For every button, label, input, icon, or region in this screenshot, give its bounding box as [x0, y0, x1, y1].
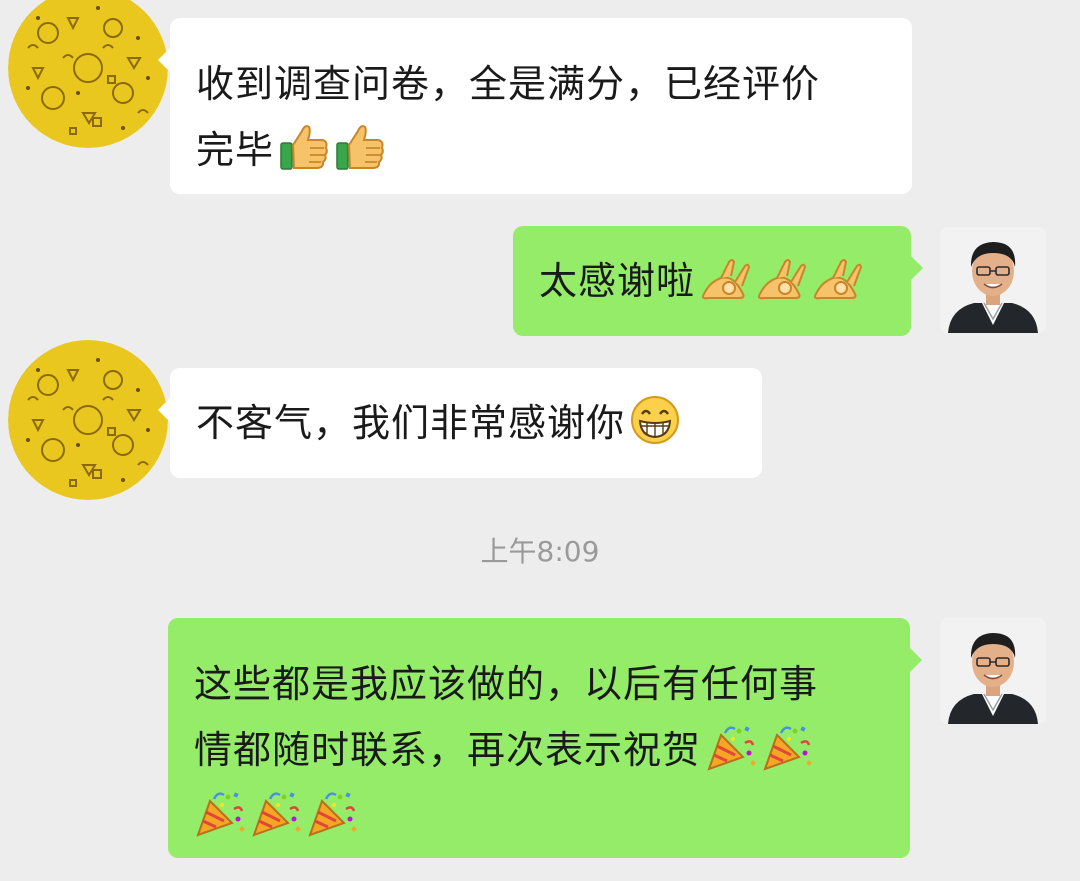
message-text-line: 完毕 — [196, 128, 275, 172]
contact-avatar-image — [8, 0, 168, 148]
self-avatar-image — [940, 618, 1046, 724]
party-popper-icon — [761, 721, 813, 773]
ok-hand-icon — [755, 252, 807, 304]
party-popper-icon — [705, 721, 757, 773]
self-avatar[interactable] — [940, 227, 1046, 333]
party-popper-icon — [250, 787, 302, 839]
grinning-face-icon — [629, 394, 681, 446]
message-bubble-incoming[interactable]: 不客气，我们非常感谢你 — [158, 368, 762, 478]
contact-avatar-image — [8, 340, 168, 500]
contact-avatar[interactable] — [8, 0, 168, 148]
thumbs-up-icon — [334, 121, 386, 173]
message-text: 太感谢啦 — [539, 259, 696, 303]
thumbs-up-icon — [278, 121, 330, 173]
message-text-line: 这些都是我应该做的，以后有任何事 — [194, 662, 819, 706]
party-popper-icon — [194, 787, 246, 839]
message-text-line: 情都随时联系，再次表示祝贺 — [194, 728, 702, 772]
self-avatar[interactable] — [940, 618, 1046, 724]
ok-hand-icon — [811, 252, 863, 304]
contact-avatar[interactable] — [8, 340, 168, 500]
message-bubble-outgoing[interactable]: 这些都是我应该做的，以后有任何事 情都随时联系，再次表示祝贺 — [168, 618, 922, 858]
message-text: 不客气，我们非常感谢你 — [196, 401, 626, 445]
self-avatar-image — [940, 227, 1046, 333]
chat-area: 收到调查问卷，全是满分，已经评价 完毕 太感谢啦 不客气，我们非常感谢你 上午8… — [0, 0, 1080, 881]
message-timestamp: 上午8:09 — [480, 535, 600, 568]
message-text-line: 收到调查问卷，全是满分，已经评价 — [196, 62, 821, 106]
message-bubble-incoming[interactable]: 收到调查问卷，全是满分，已经评价 完毕 — [158, 18, 912, 194]
message-bubble-outgoing[interactable]: 太感谢啦 — [513, 226, 923, 336]
party-popper-icon — [306, 787, 358, 839]
ok-hand-icon — [699, 252, 751, 304]
